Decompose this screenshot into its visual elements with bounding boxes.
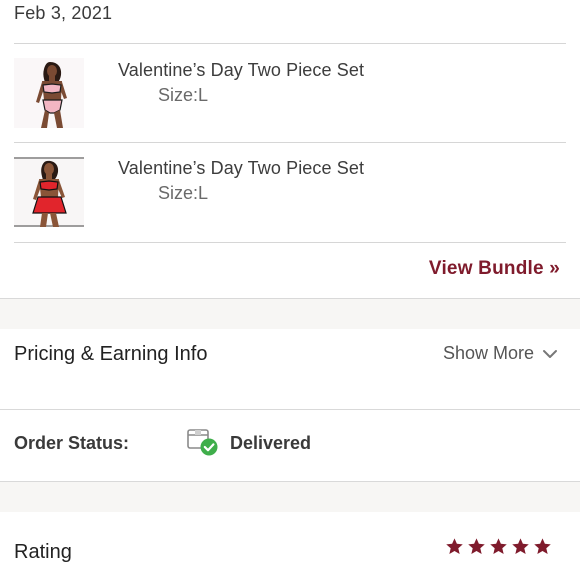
rating-stars — [445, 537, 552, 556]
section-gap — [0, 482, 580, 512]
star-icon — [468, 538, 485, 555]
order-status-value: Delivered — [230, 433, 312, 453]
star-icon — [490, 538, 507, 555]
product-image — [14, 157, 84, 227]
item-thumbnail — [14, 58, 84, 128]
section-gap — [0, 299, 580, 329]
show-more-button[interactable]: Show More — [443, 343, 558, 364]
bundle-item[interactable]: Valentine’s Day Two Piece Set Size:L — [14, 143, 566, 241]
order-date: Feb 3, 2021 — [14, 3, 113, 23]
item-thumbnail — [14, 157, 84, 227]
rating-title: Rating — [14, 541, 72, 563]
show-more-label: Show More — [442, 343, 534, 363]
divider — [14, 242, 566, 243]
pricing-section-title: Pricing & Earning Info — [14, 343, 208, 365]
item-size: Size:L — [158, 85, 209, 105]
order-status-label: Order Status: — [14, 433, 130, 453]
section-divider — [0, 409, 580, 410]
order-detail-page: Feb 3, 2021 Valentine’s Day Two Piece Se… — [0, 0, 580, 580]
bundle-item[interactable]: Valentine’s Day Two Piece Set Size:L — [14, 44, 566, 142]
view-bundle-link[interactable]: View Bundle » — [429, 258, 560, 280]
box-check-icon — [187, 429, 218, 456]
item-title: Valentine’s Day Two Piece Set — [118, 158, 365, 178]
chevron-down-icon — [543, 349, 557, 358]
star-icon — [446, 538, 463, 555]
item-size: Size:L — [158, 183, 209, 203]
star-icon — [534, 538, 551, 555]
product-image — [14, 58, 84, 128]
star-icon — [512, 538, 529, 555]
item-title: Valentine’s Day Two Piece Set — [118, 60, 365, 80]
